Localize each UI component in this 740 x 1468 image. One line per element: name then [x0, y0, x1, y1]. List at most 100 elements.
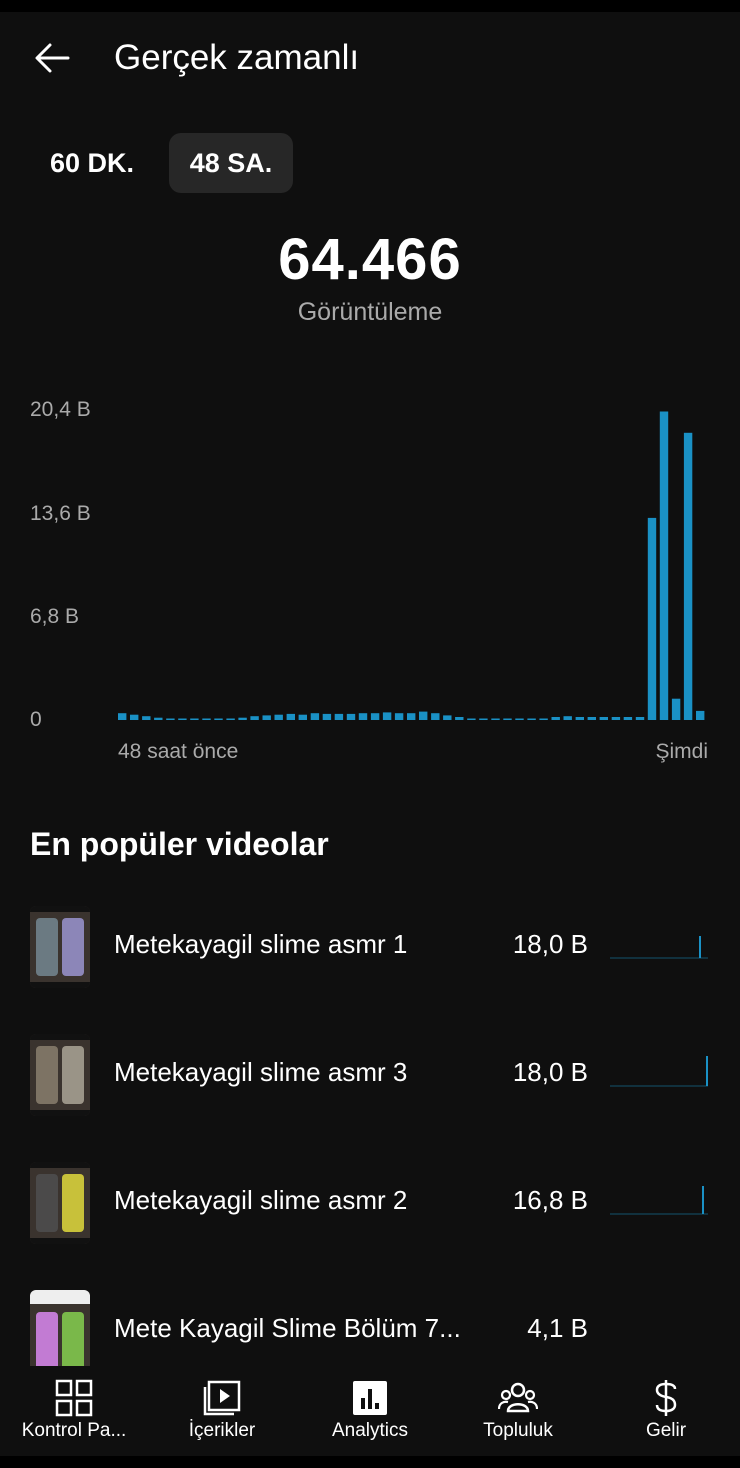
chart-bar: [431, 713, 440, 720]
video-sparkline: [610, 1186, 708, 1215]
chart-bar: [382, 712, 392, 720]
chart-bar: [599, 717, 608, 720]
chart-bar: [647, 517, 657, 720]
chart-bars: [118, 411, 705, 720]
video-views: 18,0 B: [512, 929, 588, 959]
video-thumbnail: [30, 1034, 90, 1116]
chart-bar: [419, 711, 428, 720]
chart-bar: [527, 718, 536, 720]
chart-bar: [671, 698, 681, 720]
nav-item-revenue[interactable]: Gelir: [592, 1366, 740, 1456]
content-icon: [203, 1380, 241, 1416]
chart-bar: [298, 714, 307, 720]
chart-bar: [142, 716, 151, 720]
chart-bar: [683, 432, 693, 720]
top-bar: Gerçek zamanlı: [0, 12, 740, 104]
dashboard-icon: [55, 1379, 93, 1417]
chart-bar: [202, 718, 211, 720]
nav-label: Topluluk: [483, 1420, 553, 1441]
y-tick-label: 0: [30, 708, 42, 731]
section-title-top-videos: En popüler videolar: [30, 826, 329, 862]
chart-bar: [479, 718, 488, 720]
chart-bar: [587, 717, 596, 720]
nav-item-dashboard[interactable]: Kontrol Pa...: [0, 1366, 148, 1456]
chart-bar: [346, 713, 356, 720]
status-bar: [0, 0, 740, 12]
chart-bar: [563, 716, 572, 720]
community-icon: [498, 1382, 538, 1413]
nav-label: Analytics: [331, 1420, 409, 1441]
system-nav-bar: [0, 1456, 740, 1468]
nav-label: İçerikler: [188, 1420, 256, 1441]
nav-label: Kontrol Pa...: [21, 1420, 127, 1441]
chart-bar: [310, 713, 320, 720]
dollar-icon: [655, 1380, 677, 1416]
y-tick-label: 20,4 B: [30, 398, 91, 421]
chart-bar: [274, 714, 283, 720]
chart-bar: [262, 715, 271, 720]
chart-bar: [190, 718, 199, 720]
chart-bar: [322, 713, 332, 720]
chart-bar: [551, 717, 560, 720]
video-row-3[interactable]: Metekayagil slime asmr 2 16,8 B: [0, 1160, 740, 1260]
chart-bar: [358, 713, 368, 720]
video-views: 18,0 B: [512, 1057, 588, 1087]
chart-bar: [166, 718, 175, 720]
chart-bar: [226, 718, 235, 720]
chart-bar: [503, 718, 512, 720]
chart-bar: [178, 718, 187, 720]
x-start-label: 48 saat önce: [118, 740, 238, 763]
video-title: Metekayagil slime asmr 2: [114, 1185, 408, 1215]
chart-bar: [238, 717, 247, 720]
chart-bar: [407, 713, 416, 720]
video-title: Mete Kayagil Slime Bölüm 7...: [114, 1313, 461, 1343]
bottom-nav: Kontrol Pa... İçerikler Analytics Toplul…: [0, 1366, 740, 1456]
arrow-left-icon: [35, 43, 70, 73]
video-row-2[interactable]: Metekayagil slime asmr 3 18,0 B: [0, 1032, 740, 1132]
chart-bar: [118, 713, 127, 720]
nav-item-community[interactable]: Topluluk: [444, 1366, 592, 1456]
chart-bar: [467, 718, 476, 720]
views-total: 64.466: [278, 227, 462, 292]
chart-bar: [334, 713, 344, 720]
tab-48-hours[interactable]: 48 SA.: [169, 133, 293, 193]
video-thumbnail: [30, 1290, 90, 1372]
video-sparkline: [610, 936, 708, 959]
chart-bar: [659, 411, 669, 720]
video-views: 4,1 B: [527, 1313, 588, 1343]
y-tick-label: 13,6 B: [30, 502, 91, 525]
chart-bar: [575, 717, 584, 720]
chart-bar: [696, 710, 705, 720]
tab-60-minutes[interactable]: 60 DK.: [30, 133, 154, 193]
x-end-label: Şimdi: [655, 740, 708, 763]
chart-bar: [491, 718, 500, 720]
analytics-icon: [353, 1381, 387, 1415]
video-sparkline: [610, 1056, 708, 1087]
chart-bar: [394, 713, 404, 720]
y-tick-label: 6,8 B: [30, 605, 79, 628]
chart-bar: [623, 717, 633, 720]
video-title: Metekayagil slime asmr 1: [114, 929, 408, 959]
chart-bar: [443, 715, 452, 720]
chart-bar: [515, 718, 524, 720]
nav-label: Gelir: [645, 1420, 687, 1441]
chart-bar: [214, 718, 223, 720]
chart-bar: [455, 717, 464, 720]
chart-bar: [635, 717, 645, 720]
video-row-1[interactable]: Metekayagil slime asmr 1 18,0 B: [0, 904, 740, 1004]
chart-bar: [611, 717, 621, 720]
video-title: Metekayagil slime asmr 3: [114, 1057, 408, 1087]
page-title: Gerçek zamanlı: [114, 38, 360, 77]
realtime-views-chart: 20,4 B 13,6 B 6,8 B 0 48 saat önce Şimdi: [30, 398, 708, 763]
back-button[interactable]: [26, 36, 82, 80]
chart-bar: [539, 718, 548, 720]
chart-bar: [154, 717, 163, 720]
chart-bar: [130, 714, 139, 720]
chart-bar: [370, 713, 380, 720]
chart-bar: [286, 713, 295, 720]
chart-bar: [250, 716, 259, 720]
nav-item-content[interactable]: İçerikler: [148, 1366, 296, 1456]
nav-item-analytics[interactable]: Analytics: [296, 1366, 444, 1456]
video-views: 16,8 B: [512, 1185, 588, 1215]
video-thumbnail: [30, 906, 90, 988]
